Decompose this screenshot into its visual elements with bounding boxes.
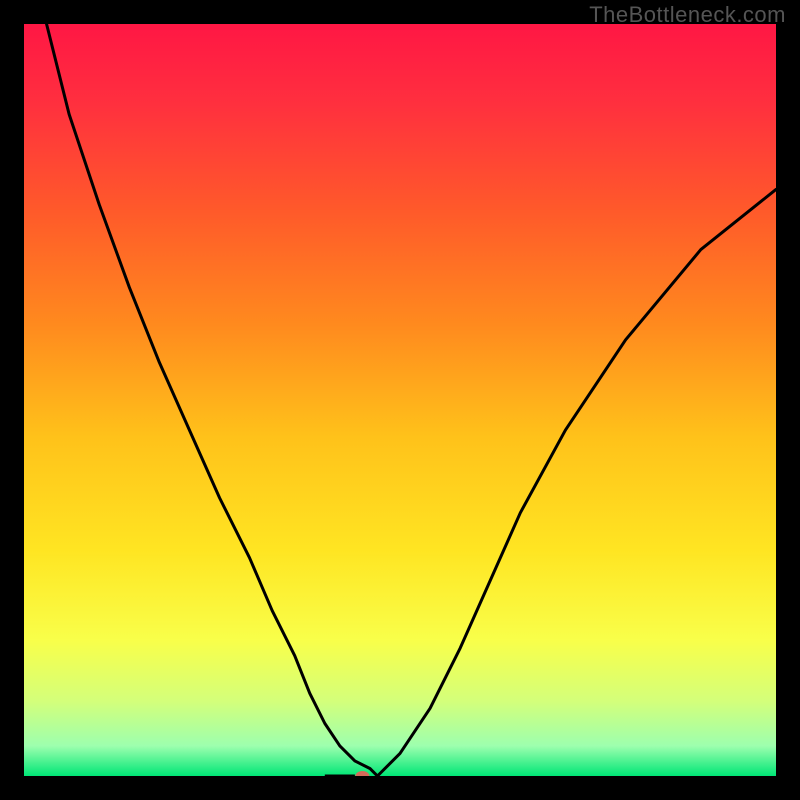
gradient-background [24, 24, 776, 776]
plot-area [24, 24, 776, 776]
chart-frame: TheBottleneck.com [0, 0, 800, 800]
chart-svg [24, 24, 776, 776]
watermark-text: TheBottleneck.com [589, 2, 786, 28]
